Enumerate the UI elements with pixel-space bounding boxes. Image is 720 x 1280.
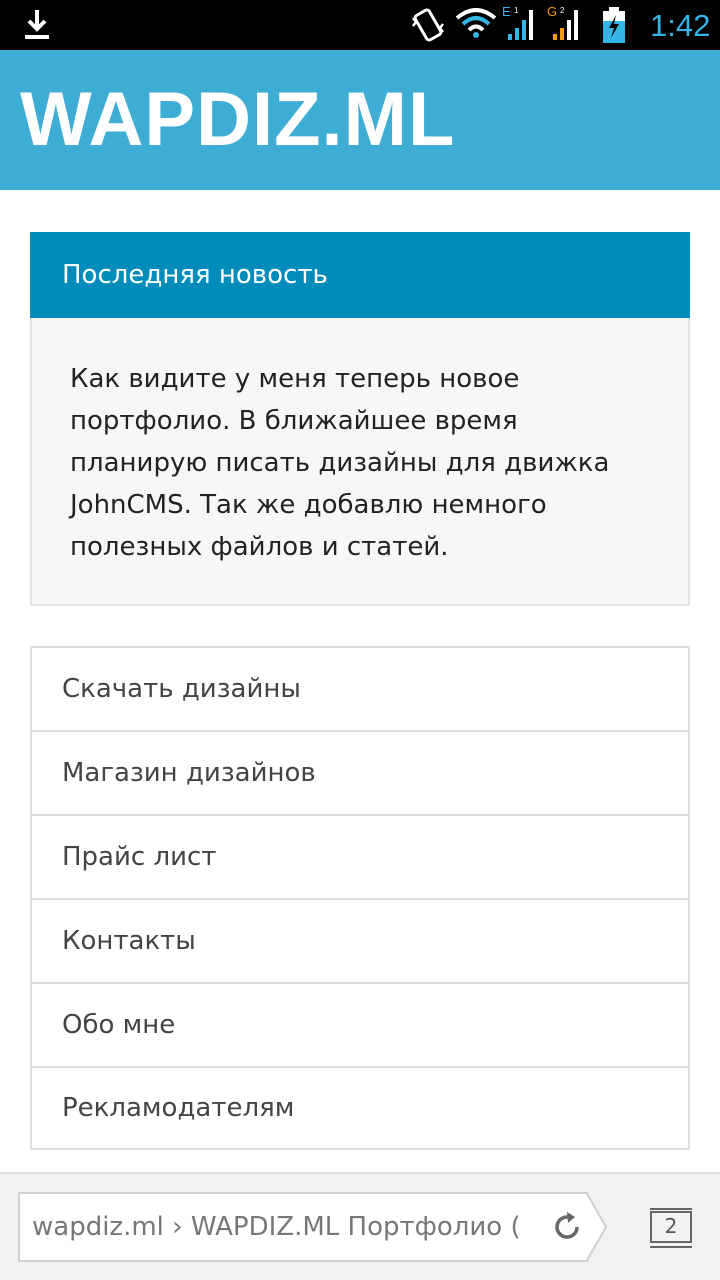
news-title: Последняя новость <box>62 260 328 290</box>
signal-sim1-icon: E 1 <box>500 4 542 42</box>
network-2-label: G <box>547 4 557 19</box>
menu-item-advertisers[interactable]: Рекламодателям <box>32 1068 688 1148</box>
download-icon <box>25 10 49 39</box>
tabs-button[interactable]: 2 <box>648 1206 694 1250</box>
url-bar-arrow <box>586 1192 608 1262</box>
menu-item-design-shop[interactable]: Магазин дизайнов <box>32 732 688 816</box>
menu-item-about-me[interactable]: Обо мне <box>32 984 688 1068</box>
menu-item-download-designs[interactable]: Скачать дизайны <box>32 648 688 732</box>
status-bar: E 1 G 2 1:42 <box>0 0 720 50</box>
site-title[interactable]: WAPDIZ.ML <box>20 80 455 160</box>
site-header: WAPDIZ.ML <box>0 50 720 190</box>
reload-icon[interactable] <box>550 1210 584 1244</box>
url-text[interactable]: wapdiz.ml › WAPDIZ.ML Портфолио ( <box>32 1194 532 1260</box>
url-bar[interactable]: wapdiz.ml › WAPDIZ.ML Портфолио ( <box>18 1192 588 1262</box>
svg-text:1: 1 <box>514 6 519 15</box>
svg-text:2: 2 <box>560 6 565 15</box>
signal-sim2-icon: G 2 <box>545 4 587 42</box>
nav-menu: Скачать дизайны Магазин дизайнов Прайс л… <box>30 646 690 1150</box>
battery-charging-icon <box>603 7 625 43</box>
news-card: Последняя новость Как видите у меня тепе… <box>30 232 690 606</box>
tabs-count: 2 <box>664 1214 678 1238</box>
vibrate-icon <box>412 8 444 42</box>
menu-item-contacts[interactable]: Контакты <box>32 900 688 984</box>
network-1-label: E <box>502 4 511 19</box>
news-header: Последняя новость <box>30 232 690 318</box>
menu-item-price-list[interactable]: Прайс лист <box>32 816 688 900</box>
browser-toolbar: wapdiz.ml › WAPDIZ.ML Портфолио ( 2 <box>0 1172 720 1280</box>
status-time: 1:42 <box>650 8 711 43</box>
wifi-icon <box>455 8 497 38</box>
news-body: Как видите у меня теперь новое портфолио… <box>70 364 610 562</box>
